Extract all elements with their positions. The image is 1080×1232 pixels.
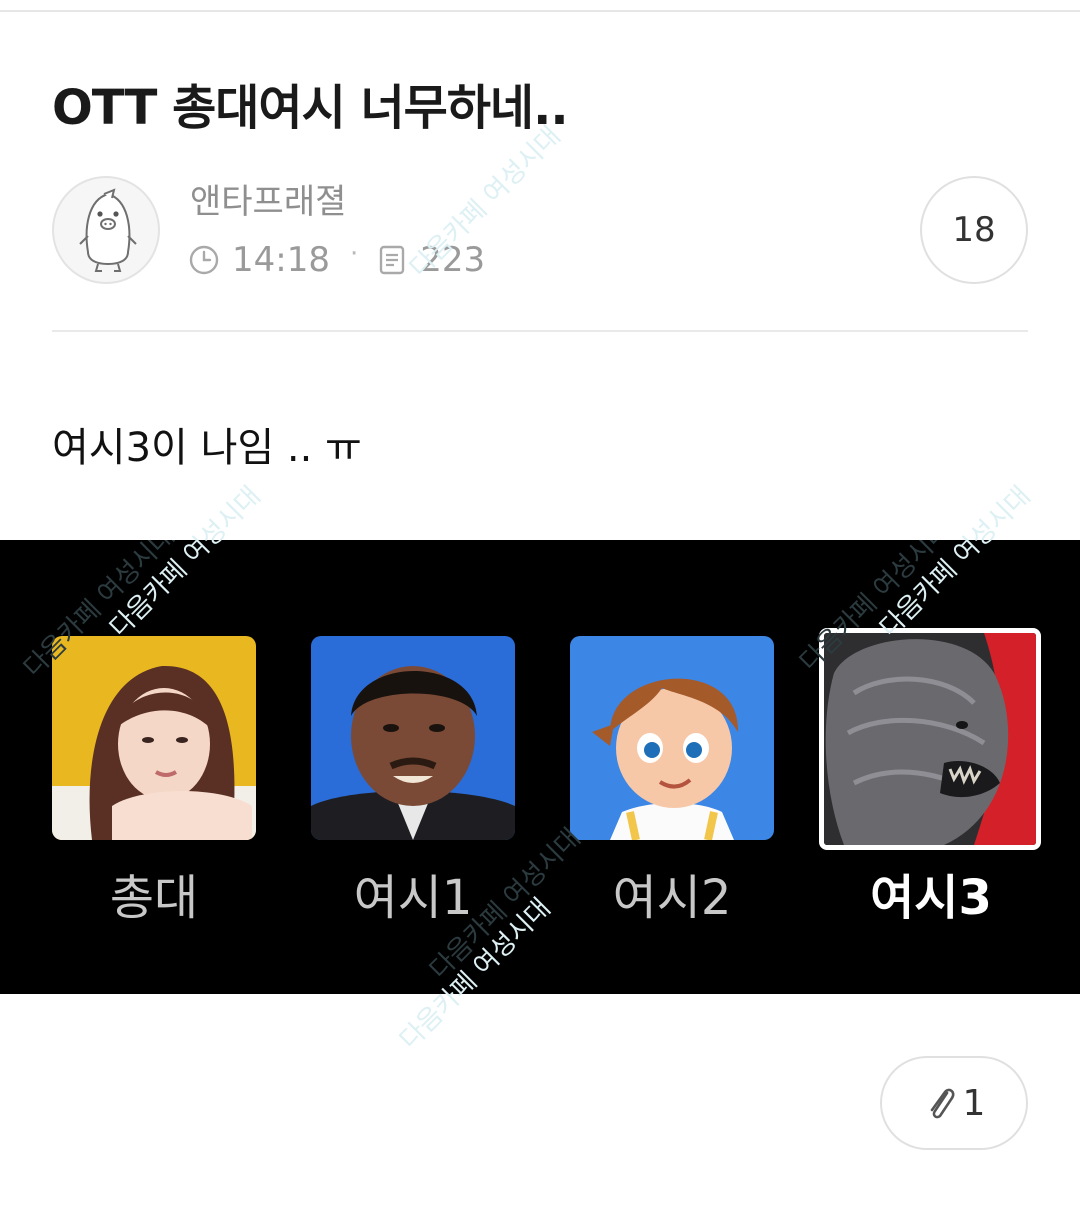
view-count: 223	[420, 240, 486, 280]
post-image[interactable]: 총대 여시1 여시2 여시3 다음카페 여성시대 다음카페 여성시대 다음카페 …	[0, 540, 1080, 994]
clock-icon	[189, 245, 219, 275]
post-title: OTT 총대여시 너무하네..	[52, 80, 569, 136]
post-body-text: 여시3이 나임 .. ㅠ	[52, 425, 362, 471]
profile-chongdae: 총대	[52, 636, 256, 926]
profile-yeosi-2: 여시2	[570, 636, 774, 926]
profile-label: 여시1	[353, 870, 473, 926]
attachment-count: 1	[962, 1082, 986, 1124]
penguin-avatar-icon	[79, 188, 137, 272]
man-portrait-icon	[311, 636, 515, 840]
woman-portrait-icon	[52, 636, 256, 840]
cartoon-boy-icon	[570, 636, 774, 840]
profile-label-selected: 여시3	[870, 870, 992, 926]
profile-label: 총대	[109, 870, 199, 926]
profile-yeosi-1: 여시1	[311, 636, 515, 926]
monster-portrait-icon	[819, 628, 1041, 850]
top-divider	[0, 10, 1080, 12]
attachment-button[interactable]: 1	[880, 1056, 1028, 1150]
profile-yeosi-3-selected: 여시3	[819, 628, 1041, 926]
paperclip-icon	[930, 1088, 954, 1119]
author-name[interactable]: 앤타프래졀	[190, 180, 346, 224]
profile-label: 여시2	[612, 870, 732, 926]
author-avatar[interactable]	[52, 176, 160, 284]
comment-count-button[interactable]: 18	[920, 176, 1028, 284]
meta-separator-dot: ·	[349, 239, 359, 269]
header-divider	[52, 330, 1028, 332]
post-meta: 14:18 · 223	[188, 236, 485, 284]
post-time: 14:18	[232, 240, 330, 280]
document-icon	[380, 245, 405, 275]
